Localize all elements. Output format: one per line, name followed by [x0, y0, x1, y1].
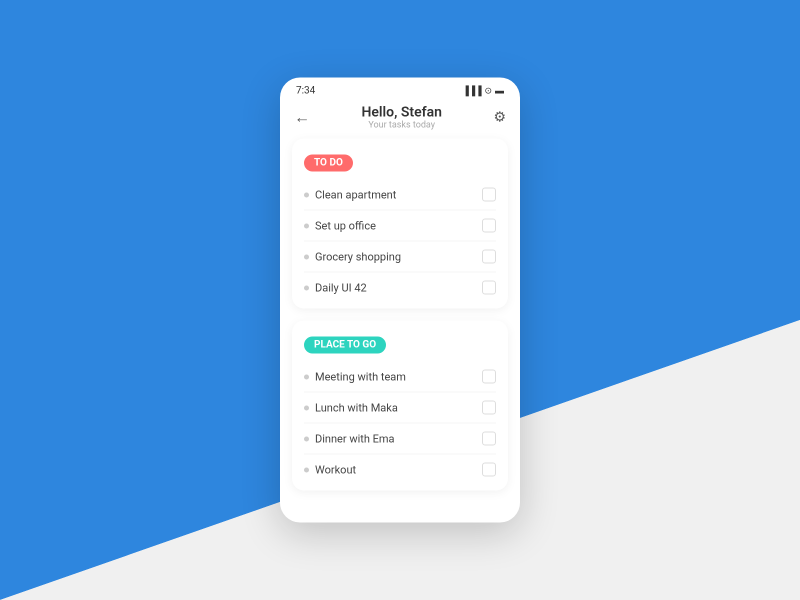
task-item: Set up office	[304, 213, 496, 239]
task-label: Meeting with team	[315, 370, 406, 383]
task-checkbox[interactable]	[482, 250, 496, 264]
battery-icon: ▬	[495, 86, 504, 97]
task-item: Daily UI 42	[304, 275, 496, 301]
task-dot	[304, 285, 309, 290]
task-item: Clean apartment	[304, 182, 496, 208]
settings-button[interactable]: ⚙	[493, 110, 506, 126]
task-item: Meeting with team	[304, 364, 496, 390]
divider	[304, 241, 496, 242]
phone-frame: 7:34 ▐▐▐ ⊙ ▬ ← Hello, Stefan Your tasks …	[280, 78, 520, 523]
task-item: Grocery shopping	[304, 244, 496, 270]
content-area: TO DO Clean apartment Set up office	[280, 139, 520, 491]
divider	[304, 454, 496, 455]
place-to-go-section: PLACE TO GO Meeting with team Lunch with…	[292, 321, 508, 491]
task-dot	[304, 436, 309, 441]
task-item: Lunch with Maka	[304, 395, 496, 421]
header-center: Hello, Stefan Your tasks today	[310, 105, 493, 131]
task-dot	[304, 467, 309, 472]
todo-section: TO DO Clean apartment Set up office	[292, 139, 508, 309]
todo-badge: TO DO	[304, 155, 353, 172]
task-checkbox[interactable]	[482, 219, 496, 233]
task-dot	[304, 192, 309, 197]
task-checkbox[interactable]	[482, 401, 496, 415]
task-label: Grocery shopping	[315, 250, 401, 263]
header-subtitle: Your tasks today	[310, 121, 493, 131]
task-checkbox[interactable]	[482, 432, 496, 446]
status-bar: 7:34 ▐▐▐ ⊙ ▬	[280, 78, 520, 101]
task-left: Daily UI 42	[304, 281, 367, 294]
divider	[304, 210, 496, 211]
task-left: Lunch with Maka	[304, 401, 398, 414]
task-checkbox[interactable]	[482, 188, 496, 202]
task-item: Workout	[304, 457, 496, 483]
task-dot	[304, 223, 309, 228]
task-label: Lunch with Maka	[315, 401, 398, 414]
task-left: Meeting with team	[304, 370, 406, 383]
divider	[304, 423, 496, 424]
header: ← Hello, Stefan Your tasks today ⚙	[280, 101, 520, 139]
task-left: Grocery shopping	[304, 250, 401, 263]
task-label: Daily UI 42	[315, 281, 367, 294]
task-left: Set up office	[304, 219, 376, 232]
task-left: Workout	[304, 463, 356, 476]
header-title: Hello, Stefan	[310, 105, 493, 121]
task-label: Dinner with Ema	[315, 432, 395, 445]
task-checkbox[interactable]	[482, 281, 496, 295]
task-checkbox[interactable]	[482, 463, 496, 477]
status-icons: ▐▐▐ ⊙ ▬	[462, 86, 504, 97]
status-time: 7:34	[296, 86, 315, 97]
task-checkbox[interactable]	[482, 370, 496, 384]
task-label: Clean apartment	[315, 188, 396, 201]
task-item: Dinner with Ema	[304, 426, 496, 452]
task-dot	[304, 405, 309, 410]
place-badge: PLACE TO GO	[304, 337, 386, 354]
divider	[304, 272, 496, 273]
back-button[interactable]: ←	[294, 108, 310, 128]
task-left: Dinner with Ema	[304, 432, 395, 445]
task-label: Set up office	[315, 219, 376, 232]
task-dot	[304, 254, 309, 259]
task-label: Workout	[315, 463, 356, 476]
divider	[304, 392, 496, 393]
background: 7:34 ▐▐▐ ⊙ ▬ ← Hello, Stefan Your tasks …	[0, 0, 800, 600]
wifi-icon: ⊙	[484, 86, 492, 96]
task-left: Clean apartment	[304, 188, 396, 201]
signal-icon: ▐▐▐	[462, 86, 481, 97]
task-dot	[304, 374, 309, 379]
